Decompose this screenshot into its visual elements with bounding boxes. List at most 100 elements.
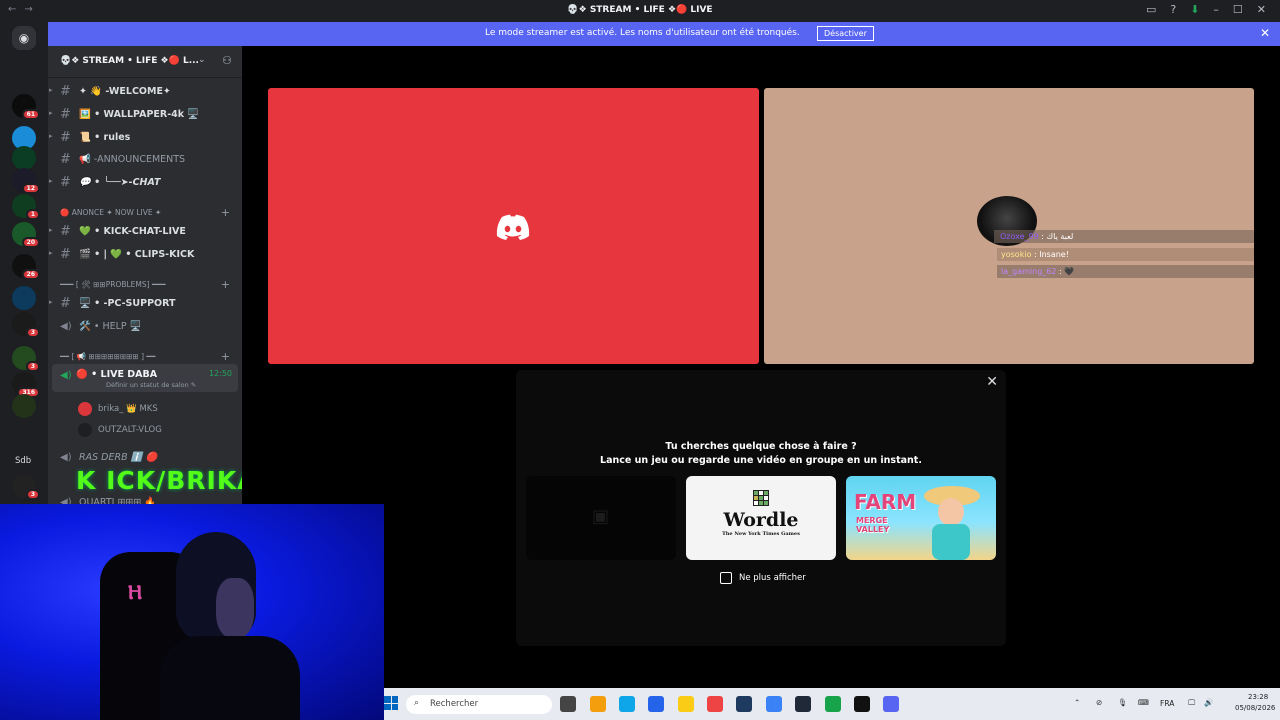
channel-item[interactable]: ▸ # ✦ 👋 -WELCOME✦ xyxy=(48,82,242,102)
unread-indicator: ▸ xyxy=(49,132,53,140)
help-icon[interactable]: ? xyxy=(1170,3,1176,16)
close-window-icon[interactable]: ✕ xyxy=(1257,3,1266,16)
edge-icon[interactable] xyxy=(619,696,635,712)
mention-badge: 3 xyxy=(25,489,40,500)
server-header[interactable]: 💀❖ STREAM • LIFE ❖🔴 L... ⌄ ⚇ xyxy=(48,46,242,78)
activity-card-empty[interactable]: ▣ xyxy=(526,476,676,560)
steam-icon[interactable] xyxy=(736,696,752,712)
stream-tile[interactable]: Ozoxe_99 : لعبة ياك yosokio : Insane! la… xyxy=(764,88,1254,364)
window-title: 💀❖ STREAM • LIFE ❖🔴 LIVE xyxy=(567,5,713,15)
inbox-icon[interactable]: ▭ xyxy=(1146,3,1156,16)
windows-start-icon[interactable] xyxy=(384,696,398,710)
discord-home-icon[interactable]: ◉ xyxy=(12,26,36,50)
farm-subtitle: MERGE VALLEY xyxy=(856,516,890,534)
server-name: 💀❖ STREAM • LIFE ❖🔴 L... xyxy=(60,56,199,66)
server-icon[interactable]: 3 xyxy=(12,346,40,372)
window-titlebar: ←→ 💀❖ STREAM • LIFE ❖🔴 LIVE ▭ ? ⬇ – ☐ ✕ xyxy=(0,0,1280,22)
store-icon[interactable] xyxy=(648,696,664,712)
channel-label: 🖥️ • -PC-SUPPORT xyxy=(79,298,176,309)
taskbar-search[interactable]: ⌕ Rechercher xyxy=(406,695,552,714)
chevron-down-icon[interactable]: ⌄ xyxy=(198,55,206,65)
add-channel-icon[interactable]: + xyxy=(221,350,230,363)
app-icon[interactable] xyxy=(766,696,782,712)
mention-badge: 3 xyxy=(25,327,40,338)
obs-icon[interactable] xyxy=(795,696,811,712)
download-icon[interactable]: ⬇ xyxy=(1190,3,1199,16)
channel-status[interactable]: Définir un statut de salon ✎ xyxy=(106,381,196,389)
server-icon[interactable]: 20 xyxy=(12,222,40,248)
server-icon[interactable] xyxy=(12,58,36,82)
speaker-icon: ◀) xyxy=(60,321,72,332)
avatar xyxy=(78,402,92,416)
minimize-icon[interactable]: – xyxy=(1213,3,1219,16)
server-icon[interactable] xyxy=(12,286,36,310)
category-header[interactable]: ━━━ [ 🛠 ⊞⊞PROBLEMS] ━━━ + xyxy=(48,278,242,293)
volume-icon[interactable]: 🔊 xyxy=(1204,698,1213,707)
task-view-icon[interactable] xyxy=(560,696,576,712)
activity-card-farm[interactable]: FARM MERGE VALLEY xyxy=(846,476,996,560)
discord-taskbar-icon[interactable] xyxy=(883,696,899,712)
hash-icon: # xyxy=(60,296,71,311)
webcam-overlay: Ⲏ xyxy=(0,504,384,720)
channel-item[interactable]: ▸ # 🖼️ • WALLPAPER-4k 🖥️ xyxy=(48,105,242,125)
maximize-icon[interactable]: ☐ xyxy=(1233,3,1243,16)
close-icon[interactable]: ✕ xyxy=(1260,26,1270,40)
channel-item[interactable]: ▸ # 🎬 • | 💚 • CLIPS-KICK xyxy=(48,245,242,265)
clock-time[interactable]: 23:28 xyxy=(1248,693,1268,701)
language-indicator[interactable]: FRA xyxy=(1160,699,1174,708)
add-member-icon[interactable]: ⚇ xyxy=(222,54,232,67)
category-label: 🔴 ANONCE ✦ NOW LIVE ✦ xyxy=(60,208,162,217)
brave-icon[interactable] xyxy=(707,696,723,712)
server-icon[interactable] xyxy=(12,146,36,170)
voice-channel-item[interactable]: ◀) RAS DERB ℹ️ 🔴 xyxy=(48,448,242,468)
unread-indicator: ▸ xyxy=(49,249,53,257)
channel-item[interactable]: # 📢 -ANNOUNCEMENTS xyxy=(48,150,242,170)
server-icon[interactable]: 3 xyxy=(12,312,40,338)
server-icon[interactable]: 316 xyxy=(12,372,40,398)
keyboard-icon[interactable]: ⌨ xyxy=(1138,698,1149,707)
server-icon[interactable]: 1 xyxy=(12,194,40,220)
channel-item[interactable]: ▸ # 💚 • KICK-CHAT-LIVE xyxy=(48,222,242,242)
dont-show-label: Ne plus afficher xyxy=(739,573,806,583)
activity-line1: Tu cherches quelque chose à faire ? xyxy=(665,441,857,452)
monitor-icon[interactable]: 🖵 xyxy=(1188,698,1195,708)
channel-item[interactable]: ▸ # 📜 • rules xyxy=(48,128,242,148)
close-icon[interactable]: ✕ xyxy=(986,374,998,390)
voice-channel-item[interactable]: ◀) 🛠️ • HELP 🖥️ xyxy=(48,317,242,337)
dont-show-checkbox[interactable] xyxy=(720,572,732,584)
server-icon[interactable]: Sdb xyxy=(12,450,36,474)
network-icon[interactable]: ⊘ xyxy=(1096,698,1102,707)
unread-indicator: ▸ xyxy=(49,298,53,306)
voice-channel-active[interactable]: ◀) 🔴 • LIVE DABA Définir un statut de sa… xyxy=(52,364,238,392)
server-icon[interactable]: 3 xyxy=(12,474,40,500)
disable-streamer-button[interactable]: Désactiver xyxy=(817,26,874,41)
person-body xyxy=(160,636,300,720)
tray-chevron-icon[interactable]: ⌃ xyxy=(1074,698,1080,707)
mic-icon[interactable]: 🎙 xyxy=(1118,698,1128,707)
speaker-icon: ◀) xyxy=(60,370,72,381)
server-icon[interactable]: 61 xyxy=(12,94,40,120)
wordle-title: Wordle xyxy=(723,509,799,531)
channel-item[interactable]: ▸ # 💬 • ╰──➤-CHAT xyxy=(48,173,242,193)
placeholder-icon: ▣ xyxy=(592,506,610,527)
add-channel-icon[interactable]: + xyxy=(221,278,230,291)
chrome-icon[interactable] xyxy=(825,696,841,712)
app-icon[interactable] xyxy=(590,696,606,712)
clock-date[interactable]: 05/08/2026 xyxy=(1235,704,1275,712)
category-header[interactable]: ━━ [ 📢 ⊞⊞⊞⊞⊞⊞⊞⊞ ] ━━ + xyxy=(48,350,242,365)
category-header[interactable]: 🔴 ANONCE ✦ NOW LIVE ✦ + xyxy=(48,206,242,221)
server-icon[interactable]: 26 xyxy=(12,254,40,280)
app-icon[interactable] xyxy=(854,696,870,712)
person-face xyxy=(216,578,254,638)
activity-card-wordle[interactable]: Wordle The New York Times Games xyxy=(686,476,836,560)
participant-tile[interactable] xyxy=(268,88,759,364)
unread-indicator: ▸ xyxy=(49,226,53,234)
server-icon[interactable] xyxy=(12,394,36,418)
channel-sidebar: 💀❖ STREAM • LIFE ❖🔴 L... ⌄ ⚇ ▸ # ✦ 👋 -WELC… xyxy=(48,46,242,508)
add-channel-icon[interactable]: + xyxy=(221,206,230,219)
channel-label: 💬 • ╰──➤-CHAT xyxy=(79,177,161,188)
folder-icon[interactable] xyxy=(678,696,694,712)
channel-item[interactable]: ▸ # 🖥️ • -PC-SUPPORT xyxy=(48,294,242,314)
server-icon[interactable]: 12 xyxy=(12,168,40,194)
farm-character xyxy=(920,486,982,560)
